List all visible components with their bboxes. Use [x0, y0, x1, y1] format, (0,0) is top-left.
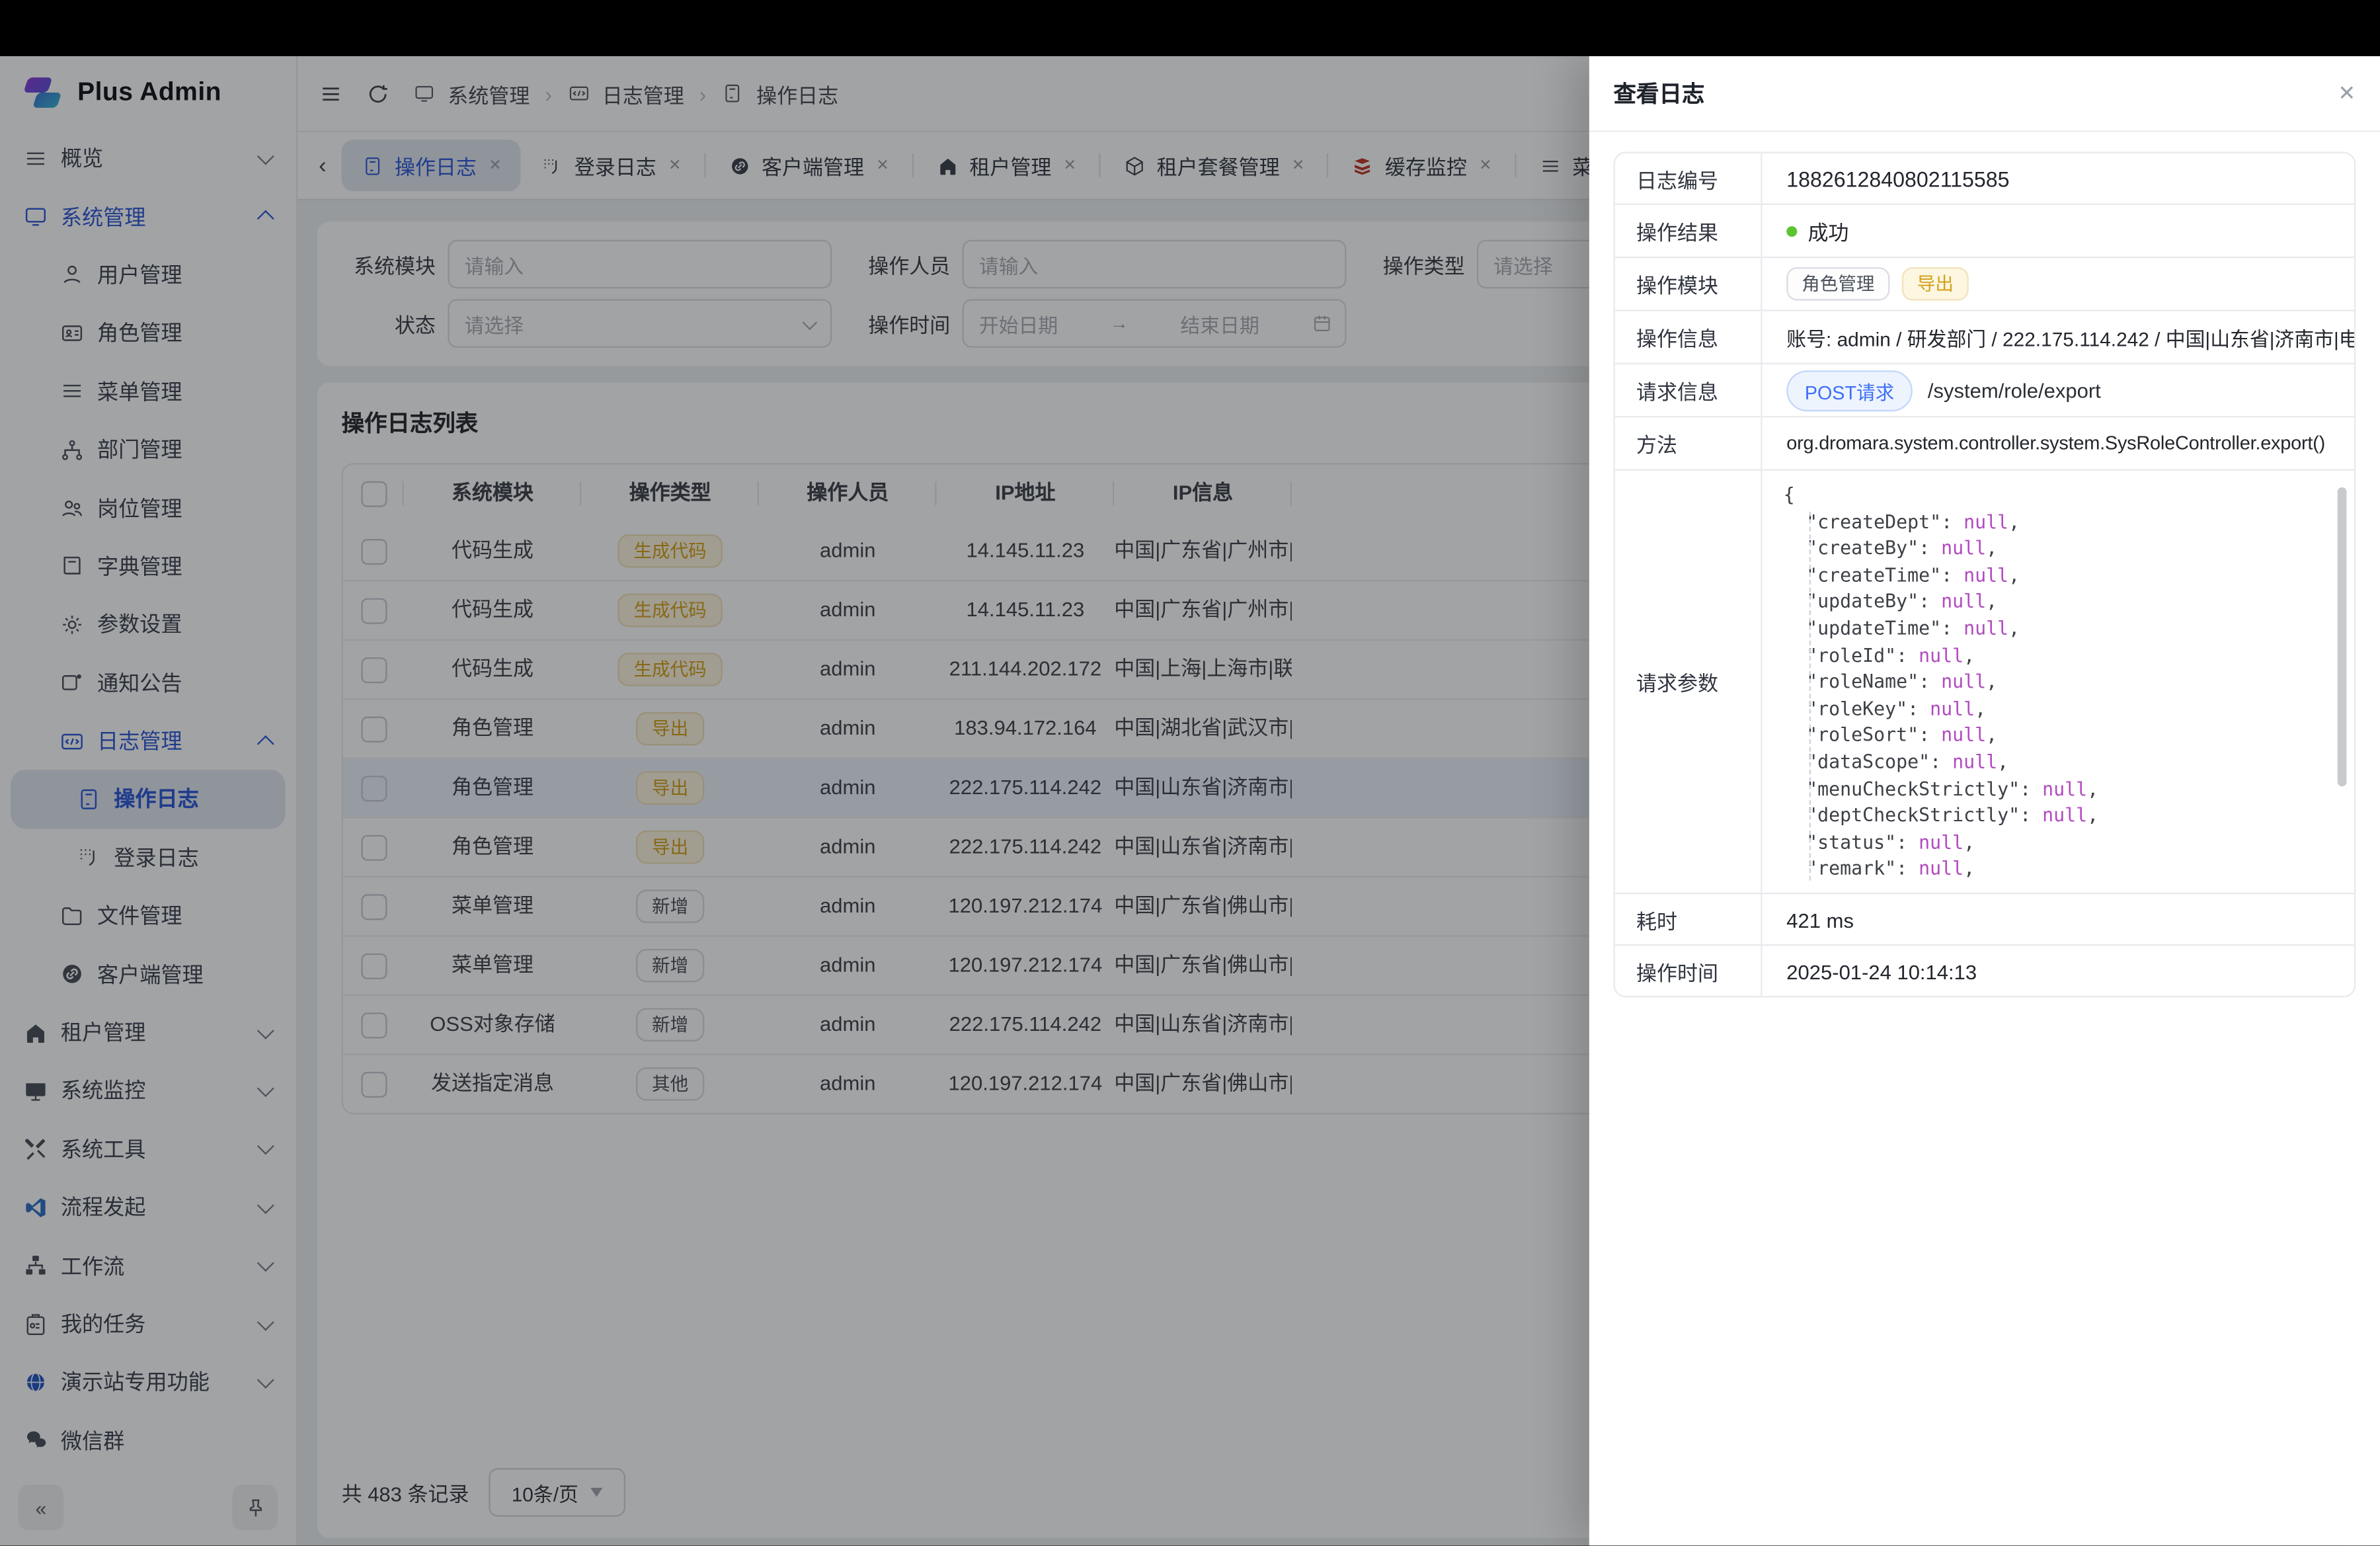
code-line: "dataScope": null,	[1784, 750, 2333, 776]
code-line: "roleId": null,	[1784, 643, 2333, 669]
post-method-badge: POST请求	[1786, 370, 1913, 411]
success-dot-icon	[1786, 225, 1797, 236]
drawer-header: 查看日志 ✕	[1589, 56, 2380, 132]
code-line: "createTime": null,	[1784, 563, 2333, 589]
browser-chrome-strip	[0, 0, 2380, 56]
drawer-title: 查看日志	[1614, 77, 1705, 109]
code-line: "deptCheckStrictly": null,	[1784, 803, 2333, 830]
detail-row-params: 请求参数 {"createDept": null,"createBy": nul…	[1615, 469, 2354, 893]
code-line: "menuCheckStrictly": null,	[1784, 776, 2333, 803]
code-line: "status": null,	[1784, 830, 2333, 856]
code-line: "remark": null,	[1784, 857, 2333, 883]
status-badge: 成功	[1807, 216, 1848, 246]
code-line: {	[1784, 483, 2333, 509]
code-scrollbar[interactable]	[2338, 487, 2347, 786]
code-line: "createBy": null,	[1784, 536, 2333, 563]
drawer-body: 日志编号 1882612840802115585 操作结果 成功 操作模块 角色…	[1589, 132, 2380, 1018]
indent-guide	[1809, 512, 1811, 881]
detail-row-cost: 耗时 421 ms	[1615, 893, 2354, 944]
detail-row-module: 操作模块 角色管理 导出	[1615, 257, 2354, 309]
detail-row-id: 日志编号 1882612840802115585	[1615, 153, 2354, 204]
page-root: Plus Admin 概览系统管理用户管理角色管理菜单管理部门管理岗位管理字典管…	[0, 0, 2380, 1545]
detail-row-request: 请求信息 POST请求 /system/role/export	[1615, 363, 2354, 416]
detail-row-result: 操作结果 成功	[1615, 204, 2354, 257]
code-line: "updateBy": null,	[1784, 590, 2333, 616]
code-line: "updateTime": null,	[1784, 616, 2333, 643]
module-badge: 角色管理	[1786, 267, 1889, 301]
action-badge: 导出	[1902, 267, 1969, 301]
log-detail-table: 日志编号 1882612840802115585 操作结果 成功 操作模块 角色…	[1614, 152, 2356, 998]
detail-row-info: 操作信息 账号: admin / 研发部门 / 222.175.114.242 …	[1615, 309, 2354, 362]
request-url: /system/role/export	[1928, 379, 2101, 401]
code-line: "roleKey": null,	[1784, 696, 2333, 723]
log-detail-drawer: 查看日志 ✕ 日志编号 1882612840802115585 操作结果 成功 …	[1589, 56, 2380, 1545]
code-line: "createDept": null,	[1784, 509, 2333, 536]
request-params-code: {"createDept": null,"createBy": null,"cr…	[1763, 471, 2354, 893]
code-line: "roleName": null,	[1784, 670, 2333, 696]
detail-row-time: 操作时间 2025-01-24 10:14:13	[1615, 944, 2354, 996]
code-line: "roleSort": null,	[1784, 723, 2333, 750]
detail-row-method: 方法 org.dromara.system.controller.system.…	[1615, 416, 2354, 469]
drawer-close-icon[interactable]: ✕	[2338, 81, 2356, 106]
